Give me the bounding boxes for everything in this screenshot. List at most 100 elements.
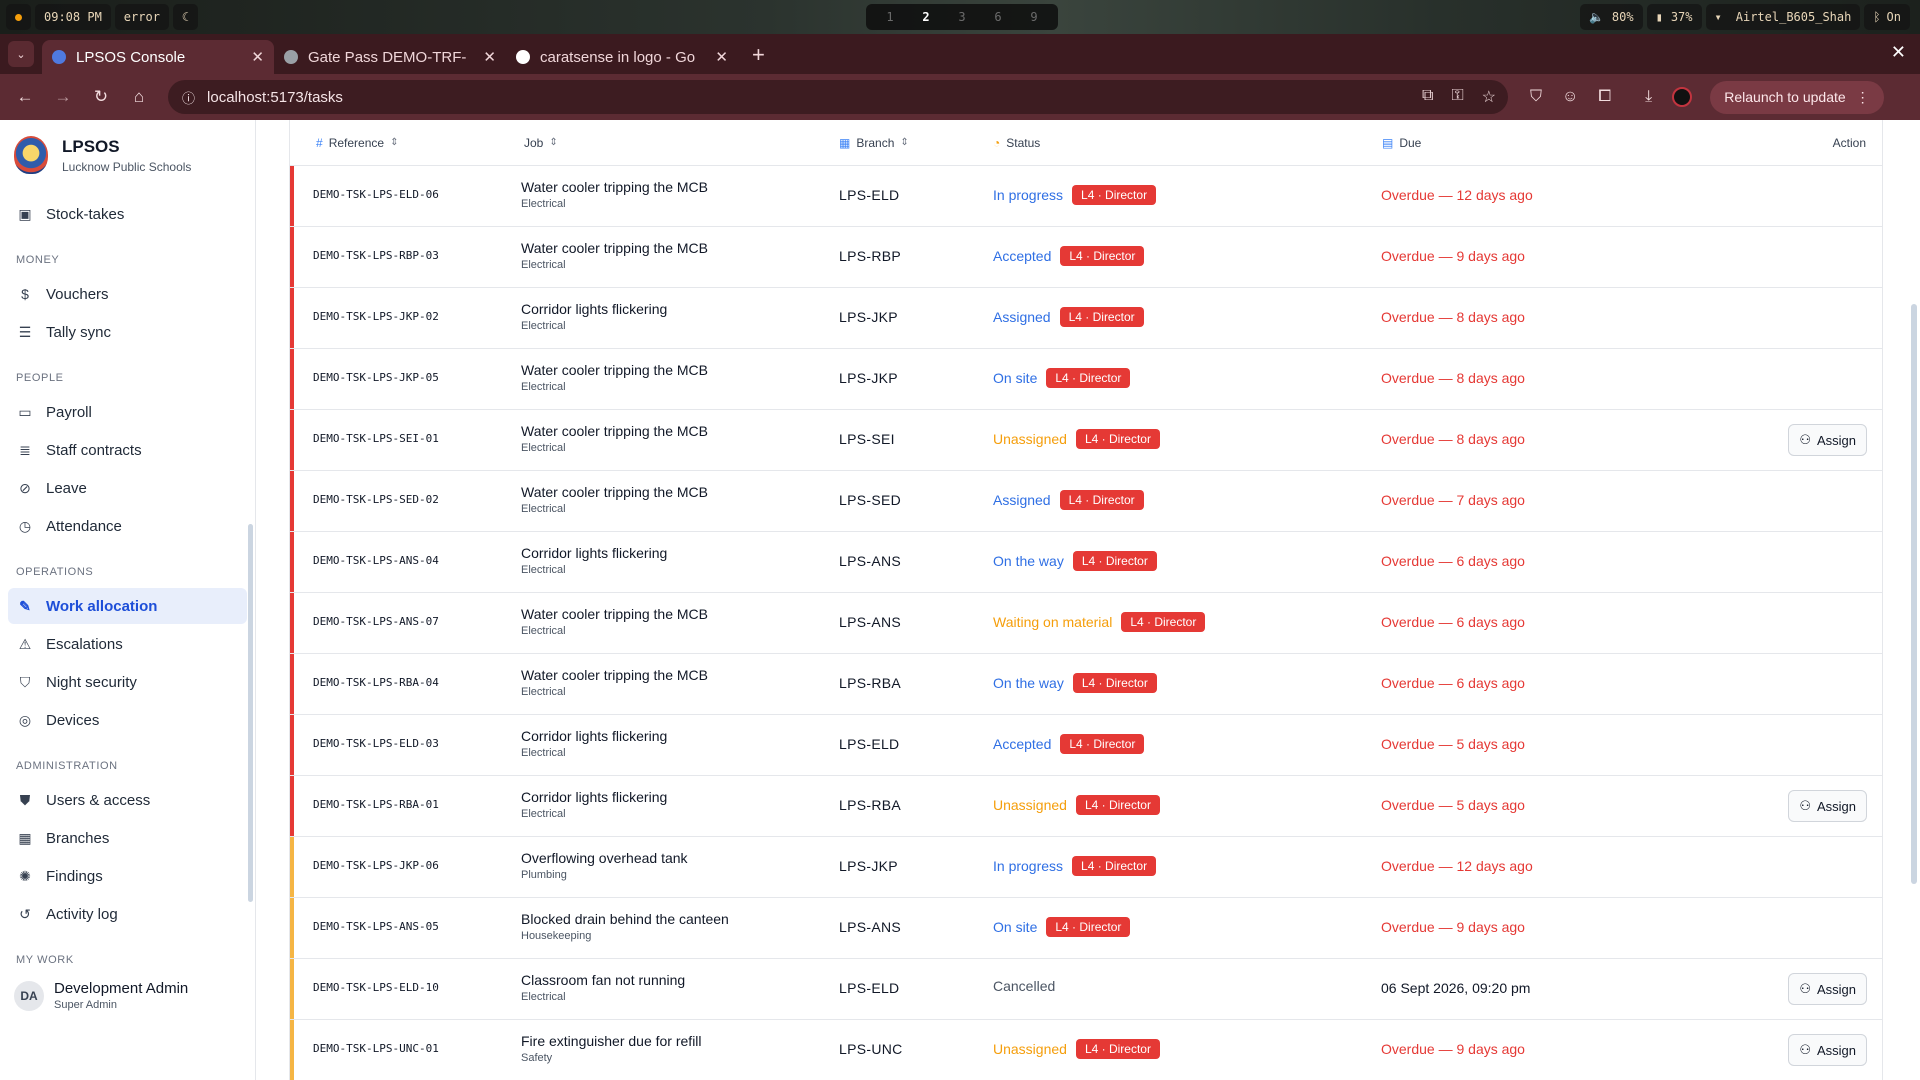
assign-button[interactable]: ⚇ Assign	[1788, 790, 1867, 822]
task-status: On the way L4 · Director	[993, 551, 1157, 571]
sidebar-item-users-access[interactable]: ⛊ Users & access	[8, 782, 247, 818]
brand-title: LPSOS	[62, 136, 120, 156]
job-title: Water cooler tripping the MCB	[521, 179, 708, 195]
table-row[interactable]: DEMO-TSK-LPS-RBA-01 Corridor lights flick…	[290, 776, 1882, 837]
sidebar-item-attendance[interactable]: ◷ Attendance	[8, 508, 247, 544]
sidebar-item-label: Vouchers	[46, 285, 109, 303]
table-row[interactable]: DEMO-TSK-LPS-ANS-04 Corridor lights flick…	[290, 532, 1882, 593]
bookmark-star-icon[interactable]: ☆	[1482, 87, 1496, 107]
brand[interactable]: LPSOS Lucknow Public Schools	[0, 120, 255, 184]
escalation-badge: L4 · Director	[1072, 673, 1157, 693]
back-icon[interactable]: ←	[10, 82, 40, 112]
status-text: On the way	[993, 553, 1064, 569]
workspace-1[interactable]: 1	[872, 10, 908, 24]
sidebar-item-payroll[interactable]: ▭ Payroll	[8, 394, 247, 430]
task-job: Corridor lights flickering Electrical	[521, 545, 667, 576]
user-profile[interactable]: DA Development Admin Super Admin	[0, 974, 255, 1017]
sidebar-item-vouchers[interactable]: $ Vouchers	[8, 276, 247, 312]
workspace-6[interactable]: 6	[980, 10, 1016, 24]
window-close-icon[interactable]: ✕	[1891, 42, 1906, 63]
browser-tab[interactable]: Gate Pass DEMO-TRF- ✕	[274, 40, 506, 74]
table-row[interactable]: DEMO-TSK-LPS-ELD-06 Water cooler tripping…	[290, 166, 1882, 227]
sidebar-item-leave[interactable]: ⊘ Leave	[8, 470, 247, 506]
status-text: Cancelled	[993, 978, 1056, 994]
header-job[interactable]: Job ⇕	[524, 136, 558, 150]
table-row[interactable]: DEMO-TSK-LPS-RBA-04 Water cooler tripping…	[290, 654, 1882, 715]
forward-icon[interactable]: →	[48, 82, 78, 112]
table-row[interactable]: DEMO-TSK-LPS-ANS-05 Blocked drain behind …	[290, 898, 1882, 959]
table-row[interactable]: DEMO-TSK-LPS-SED-02 Water cooler tripping…	[290, 471, 1882, 532]
url-text: localhost:5173/tasks	[207, 88, 343, 106]
header-branch[interactable]: ▦ Branch ⇕	[839, 136, 909, 150]
sidebar-item-label: Activity log	[46, 905, 118, 923]
table-row[interactable]: DEMO-TSK-LPS-UNC-01 Fire extinguisher due…	[290, 1020, 1882, 1080]
profile-avatar-icon[interactable]	[1672, 87, 1693, 107]
tab-close-icon[interactable]: ✕	[715, 48, 728, 66]
table-row[interactable]: DEMO-TSK-LPS-ELD-03 Corridor lights flick…	[290, 715, 1882, 776]
workspace-3[interactable]: 3	[944, 10, 980, 24]
job-category: Electrical	[521, 320, 566, 332]
sidebar-item-night-security[interactable]: ⛉ Night security	[8, 664, 247, 700]
password-key-icon[interactable]: ⚿	[1451, 87, 1463, 107]
extension-face-icon[interactable]: ☺	[1562, 88, 1578, 106]
table-row[interactable]: DEMO-TSK-LPS-ELD-10 Classroom fan not run…	[290, 959, 1882, 1020]
priority-stripe	[290, 776, 294, 836]
task-branch: LPS-ANS	[839, 614, 902, 630]
sidebar-scrollbar[interactable]	[248, 524, 253, 902]
task-branch: LPS-ANS	[839, 553, 902, 569]
browser-tab[interactable]: caratsense in logo - Go ✕	[506, 40, 738, 74]
sidebar-item-label: Leave	[46, 479, 87, 497]
header-reference[interactable]: # Reference ⇕	[316, 136, 398, 150]
assign-button[interactable]: ⚇ Assign	[1788, 424, 1867, 456]
site-info-icon[interactable]: ⓘ	[182, 88, 195, 107]
task-due: Overdue — 9 days ago	[1381, 248, 1525, 264]
extension-shield-icon[interactable]: ⛉	[1530, 88, 1542, 106]
shield-check-icon: ⛊	[19, 791, 31, 808]
sidebar-item-branches[interactable]: ▦ Branches	[8, 820, 247, 856]
tab-close-icon[interactable]: ✕	[251, 48, 264, 66]
sidebar-item-work-allocation[interactable]: ✎ Work allocation	[8, 588, 247, 624]
table-body: DEMO-TSK-LPS-ELD-06 Water cooler tripping…	[290, 166, 1882, 1080]
sidebar-item-stock-takes[interactable]: ▣ Stock-takes	[8, 196, 247, 232]
sidebar-item-tally-sync[interactable]: ☰ Tally sync	[8, 314, 247, 350]
task-status: Assigned L4 · Director	[993, 307, 1144, 327]
main-scrollbar[interactable]	[1911, 304, 1917, 884]
assign-button[interactable]: ⚇ Assign	[1788, 973, 1867, 1005]
workspace-switcher[interactable]: 12369	[866, 4, 1058, 30]
browser-tab[interactable]: LPSOS Console ✕	[42, 40, 274, 74]
assign-button[interactable]: ⚇ Assign	[1788, 1034, 1867, 1066]
sidebar-item-escalations[interactable]: ⚠ Escalations	[8, 626, 247, 662]
task-status: Unassigned L4 · Director	[993, 1039, 1160, 1059]
extensions-puzzle-icon[interactable]: ⧠	[1598, 88, 1611, 106]
sidebar-item-staff-contracts[interactable]: ≣ Staff contracts	[8, 432, 247, 468]
sidebar-item-devices[interactable]: ◎ Devices	[8, 702, 247, 738]
priority-stripe	[290, 715, 294, 775]
table-row[interactable]: DEMO-TSK-LPS-SEI-01 Water cooler tripping…	[290, 410, 1882, 471]
table-row[interactable]: DEMO-TSK-LPS-ANS-07 Water cooler tripping…	[290, 593, 1882, 654]
url-input[interactable]: ⓘ localhost:5173/tasks ⧉ ⚿ ☆	[168, 80, 1508, 114]
task-job: Water cooler tripping the MCB Electrical	[521, 240, 708, 271]
table-row[interactable]: DEMO-TSK-LPS-JKP-02 Corridor lights flick…	[290, 288, 1882, 349]
sidebar-item-findings[interactable]: ✺ Findings	[8, 858, 247, 894]
reload-icon[interactable]: ↻	[86, 82, 116, 112]
new-tab-icon[interactable]: +	[752, 42, 765, 68]
home-icon[interactable]: ⌂	[124, 82, 154, 112]
tab-close-icon[interactable]: ✕	[483, 48, 496, 66]
sidebar-item-activity-log[interactable]: ↺ Activity log	[8, 896, 247, 932]
tab-search-icon[interactable]: ⌄	[8, 41, 34, 67]
workspace-9[interactable]: 9	[1016, 10, 1052, 24]
download-icon[interactable]: ⤓	[1645, 88, 1652, 106]
status-text: On site	[993, 370, 1038, 386]
table-row[interactable]: DEMO-TSK-LPS-JKP-06 Overflowing overhead …	[290, 837, 1882, 898]
job-category: Electrical	[521, 381, 566, 393]
priority-stripe	[290, 593, 294, 653]
job-category: Electrical	[521, 259, 566, 271]
task-status: Accepted L4 · Director	[993, 734, 1145, 754]
table-row[interactable]: DEMO-TSK-LPS-RBP-03 Water cooler tripping…	[290, 227, 1882, 288]
task-due: Overdue — 6 days ago	[1381, 675, 1525, 691]
relaunch-button[interactable]: Relaunch to update ⋮	[1710, 80, 1884, 114]
task-branch: LPS-JKP	[839, 858, 898, 874]
table-row[interactable]: DEMO-TSK-LPS-JKP-05 Water cooler tripping…	[290, 349, 1882, 410]
install-app-icon[interactable]: ⧉	[1422, 87, 1433, 107]
workspace-2[interactable]: 2	[908, 10, 944, 24]
